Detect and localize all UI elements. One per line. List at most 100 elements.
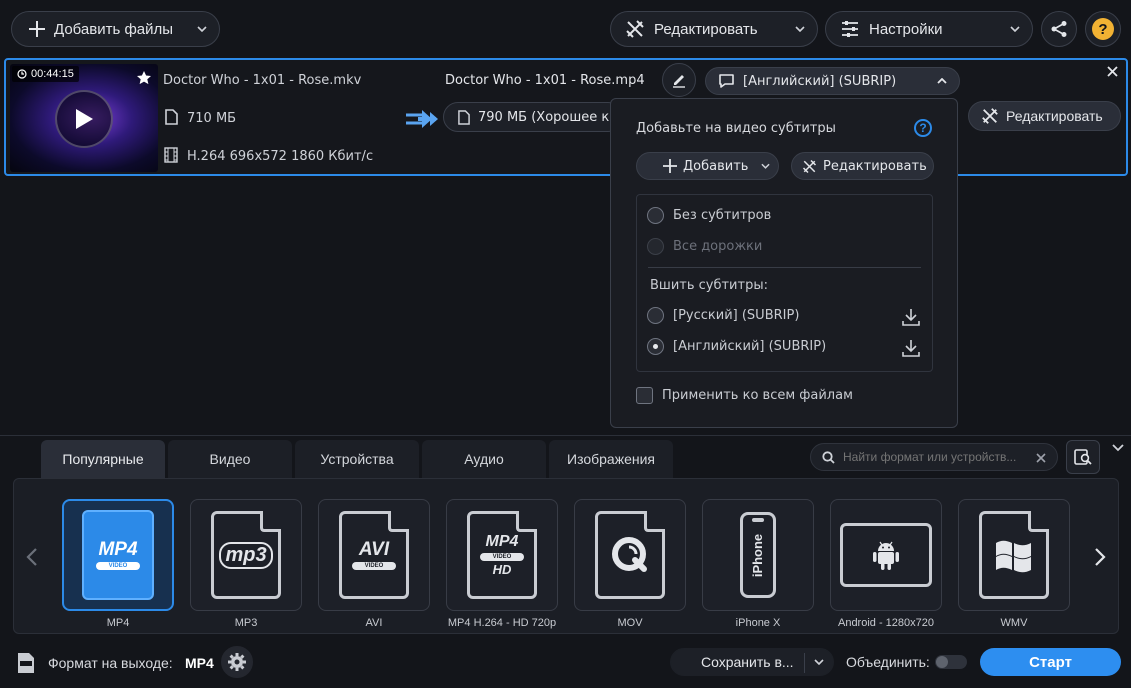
chevron-left-icon[interactable] [26, 547, 38, 567]
icon-text: MP4 [98, 539, 138, 560]
tools-icon [982, 108, 998, 124]
file-icon [165, 109, 178, 125]
close-icon[interactable] [1107, 66, 1118, 77]
format-search[interactable] [810, 443, 1058, 471]
notch [752, 518, 764, 522]
subtitle-dropdown[interactable]: [Английский] (SUBRIP) [705, 67, 960, 95]
merge-toggle[interactable] [935, 655, 967, 669]
add-files-button[interactable]: Добавить файлы [11, 11, 220, 47]
radio-button[interactable] [647, 207, 664, 224]
tab-video[interactable]: Видео [168, 440, 292, 478]
mp3-icon: mp3 [211, 511, 281, 599]
tab-label: Аудио [464, 451, 504, 467]
apply-all-label: Применить ко всем файлам [662, 388, 853, 403]
output-size-text: 790 МБ (Хорошее к [478, 109, 610, 125]
format-settings-button[interactable] [221, 646, 253, 678]
help-button[interactable]: ? [1085, 11, 1121, 47]
start-label: Старт [1029, 653, 1072, 671]
rename-button[interactable] [662, 63, 696, 97]
plus-icon [663, 159, 677, 173]
help-circle-icon[interactable]: ? [914, 119, 932, 137]
tab-images[interactable]: Изображения [549, 440, 673, 478]
chevron-down-icon [197, 26, 207, 32]
star-icon[interactable] [136, 70, 152, 86]
start-button[interactable]: Старт [980, 648, 1121, 676]
add-subtitle-button[interactable]: Добавить [636, 152, 779, 180]
toggle-knob [936, 656, 948, 668]
output-format-value: MP4 [185, 655, 214, 671]
subtitle-popup: Добавьте на видео субтитры ? Добавить Ре… [610, 98, 958, 428]
apply-all-option[interactable]: Применить ко всем файлам [636, 387, 853, 404]
edit-subtitle-button[interactable]: Редактировать [791, 152, 934, 180]
mp4-icon: MP4 VIDEO [82, 510, 154, 600]
play-icon [76, 109, 93, 129]
format-wmv[interactable] [958, 499, 1070, 611]
file-edit-label: Редактировать [1006, 108, 1103, 124]
download-icon[interactable] [901, 338, 921, 358]
subtitle-track-label: [Английский] (SUBRIP) [743, 73, 897, 89]
format-label: AVI [365, 617, 383, 629]
radio-button[interactable] [647, 307, 664, 324]
film-icon [164, 147, 178, 163]
android-tablet-icon [840, 523, 932, 587]
search-input[interactable] [843, 450, 1028, 464]
save-to-label: Сохранить в... [701, 654, 794, 670]
icon-text: VIDEO [352, 562, 396, 570]
format-mp3[interactable]: mp3 [190, 499, 302, 611]
format-label: MP4 H.264 - HD 720p [447, 617, 557, 629]
format-android[interactable] [830, 499, 942, 611]
tab-audio[interactable]: Аудио [422, 440, 546, 478]
apply-all-checkbox[interactable] [636, 387, 653, 404]
output-size-dropdown[interactable]: 790 МБ (Хорошее к [443, 102, 623, 132]
format-avi[interactable]: AVI VIDEO [318, 499, 430, 611]
file-row[interactable]: 00:44:15 Doctor Who - 1x01 - Rose.mkv 71… [4, 58, 1128, 176]
chevron-down-icon[interactable] [1112, 444, 1124, 452]
format-label: iPhone X [735, 617, 781, 629]
tab-label: Видео [209, 451, 251, 467]
play-button[interactable] [55, 90, 113, 148]
format-mp4[interactable]: MP4 VIDEO [62, 499, 174, 611]
windows-logo-icon [996, 540, 1031, 573]
format-iphone[interactable]: iPhone [702, 499, 814, 611]
no-subtitles-option[interactable]: Без субтитров [647, 207, 771, 224]
icon-text: VIDEO [96, 562, 140, 570]
tab-popular[interactable]: Популярные [41, 440, 165, 478]
all-tracks-label: Все дорожки [673, 239, 763, 254]
duration-badge: 00:44:15 [12, 66, 79, 82]
device-detect-button[interactable] [1066, 440, 1100, 474]
format-mov[interactable] [574, 499, 686, 611]
plus-icon [29, 21, 45, 37]
video-thumbnail[interactable]: 00:44:15 [10, 64, 158, 172]
clear-icon[interactable] [1036, 453, 1046, 463]
sliders-icon [842, 21, 858, 37]
iphone-icon: iPhone [740, 512, 776, 598]
tools-icon [626, 20, 644, 38]
tab-devices[interactable]: Устройства [295, 440, 419, 478]
save-to-dropdown[interactable]: Сохранить в... [670, 648, 834, 676]
windows-icon [979, 511, 1049, 599]
speech-bubble-icon [719, 74, 734, 88]
icon-text: AVI [358, 539, 390, 560]
duration-text: 00:44:15 [31, 68, 74, 80]
share-icon [1051, 21, 1067, 37]
add-files-label: Добавить файлы [54, 20, 174, 38]
chevron-down-icon [814, 659, 824, 665]
bottom-bar: Формат на выходе: MP4 Сохранить в... Объ… [0, 636, 1131, 688]
radio-button-selected[interactable] [647, 338, 664, 355]
download-icon[interactable] [901, 307, 921, 327]
format-mp4-hd[interactable]: MP4 VIDEO HD [446, 499, 558, 611]
file-edit-button[interactable]: Редактировать [968, 101, 1121, 131]
icon-text: VIDEO [480, 553, 524, 561]
format-label: WMV [1000, 617, 1028, 629]
source-size: 710 МБ [187, 111, 237, 126]
share-button[interactable] [1041, 11, 1077, 47]
subtitle-track-option[interactable]: [Русский] (SUBRIP) [647, 307, 799, 324]
icon-text: mp3 [219, 541, 273, 569]
chevron-right-icon[interactable] [1094, 547, 1106, 567]
quicktime-q-icon [612, 537, 647, 572]
dropdown-divider [804, 653, 805, 673]
subtitle-track-option[interactable]: [Английский] (SUBRIP) [647, 338, 826, 355]
edit-button[interactable]: Редактировать [610, 11, 818, 47]
settings-button[interactable]: Настройки [825, 11, 1033, 47]
format-grid: MP4 VIDEO MP4 mp3 MP3 AVI VIDEO AVI MP4 … [13, 478, 1119, 634]
